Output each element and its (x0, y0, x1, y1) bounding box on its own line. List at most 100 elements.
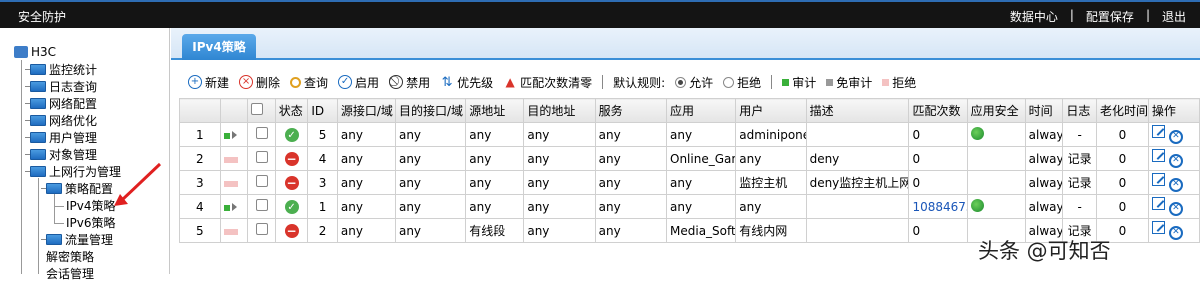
reject-flag-icon (223, 180, 238, 187)
arrow-icon (231, 130, 237, 139)
row-number: 3 (179, 170, 221, 195)
enable-button[interactable]: ✓ 启用 (338, 74, 379, 91)
cell-src-if: any (336, 194, 396, 219)
folder-open-icon (41, 182, 62, 194)
cell-aging: 0 (1095, 146, 1149, 171)
enabled-check-icon: ✓ (284, 200, 299, 215)
cell-user: any (735, 194, 807, 219)
checkbox-icon (255, 175, 268, 187)
sidebar-item-optimize[interactable]: 网络优化 (25, 112, 97, 128)
sidebar-item-objects[interactable]: 对象管理 (25, 146, 97, 162)
cell-app: Media_Software (665, 218, 737, 243)
edit-icon[interactable] (1151, 173, 1165, 187)
save-config-link[interactable]: 配置保存 (1086, 8, 1134, 25)
priority-button[interactable]: ⇅ 优先级 (440, 74, 493, 91)
delete-icon[interactable]: ✕ (1168, 129, 1183, 144)
priority-cell (219, 146, 249, 171)
col-actions: 操作 (1147, 98, 1200, 123)
disabled-icon: − (284, 223, 299, 238)
delete-icon[interactable]: ✕ (1168, 153, 1183, 168)
delete-icon[interactable]: ✕ (1168, 177, 1183, 192)
cell-desc (805, 194, 910, 219)
audit-flag-icon (223, 132, 230, 139)
row-checkbox[interactable] (247, 146, 276, 171)
cell-user: adminipone (735, 122, 807, 147)
actions-cell: ✕ (1147, 218, 1200, 243)
cell-dst-if: any (394, 170, 467, 195)
table-row[interactable]: 1✓5anyanyanyanyanyanyadminipone0always-0… (179, 122, 1200, 147)
folder-icon (25, 63, 46, 75)
disable-button[interactable]: ⃠禁用 (389, 74, 430, 91)
data-center-link[interactable]: 数据中心 (1010, 8, 1058, 25)
row-checkbox[interactable] (247, 218, 276, 243)
globe-icon (970, 198, 984, 212)
edit-icon[interactable] (1151, 221, 1165, 235)
row-checkbox[interactable] (247, 194, 276, 219)
actions-cell: ✕ (1147, 170, 1200, 195)
audit-flag-icon (223, 204, 230, 211)
folder-icon (25, 114, 46, 126)
cell-aging: 0 (1095, 170, 1149, 195)
col-status: 状态 (274, 98, 309, 123)
col-service: 服务 (594, 98, 668, 123)
priority-cell (219, 194, 249, 219)
sidebar-item-users[interactable]: 用户管理 (25, 129, 97, 145)
row-number: 4 (179, 194, 221, 219)
col-select-all[interactable] (247, 98, 276, 123)
id-cell: 5 (307, 122, 338, 147)
cell-hits: 0 (908, 218, 968, 243)
delete-icon[interactable]: ✕ (1168, 225, 1183, 240)
folder-icon (41, 233, 62, 245)
sidebar-item-traffic[interactable]: 流量管理 (41, 231, 113, 247)
clear-hits-button[interactable]: ▲ 匹配次数清零 (503, 74, 592, 91)
logout-link[interactable]: 退出 (1162, 8, 1186, 25)
app-security-cell (966, 122, 1026, 147)
sidebar-item-network[interactable]: 网络配置 (25, 95, 97, 111)
default-deny-radio[interactable]: 拒绝 (723, 74, 761, 91)
col-hits: 匹配次数 (908, 98, 968, 123)
sidebar-root[interactable]: H3C (14, 44, 56, 60)
audit-legend: 审计 (782, 74, 816, 91)
separator: | (1069, 8, 1074, 22)
edit-icon[interactable] (1151, 125, 1165, 139)
actions-cell: ✕ (1147, 194, 1200, 219)
table-row[interactable]: 2−4anyanyanyanyanyOnline_Gameanydeny0alw… (179, 146, 1200, 171)
reject-flag-icon (223, 156, 238, 163)
toolbar-separator (771, 75, 773, 89)
checkbox-icon (255, 127, 268, 139)
cell-dst-addr: any (523, 194, 596, 219)
sidebar-tree: H3C 监控统计 日志查询 网络配置 网络优化 用户管理 对象管理 上网行为管理… (0, 28, 170, 281)
id-cell: 4 (307, 146, 338, 171)
tab-ipv4-policy[interactable]: IPv4策略 (182, 34, 256, 60)
sidebar-item-decrypt[interactable]: 解密策略 (46, 248, 94, 264)
delete-icon[interactable]: ✕ (1168, 201, 1183, 216)
cell-log: 记录 (1062, 146, 1097, 171)
sidebar-item-monitor[interactable]: 监控统计 (25, 61, 97, 77)
query-button[interactable]: 查询 (290, 74, 328, 91)
cell-dst-if: any (394, 122, 467, 147)
col-app: 应用 (665, 98, 737, 123)
new-button[interactable]: + 新建 (188, 74, 229, 91)
sidebar-item-log[interactable]: 日志查询 (25, 78, 97, 94)
default-allow-radio[interactable]: 允许 (675, 74, 713, 91)
delete-button[interactable]: × 删除 (239, 74, 280, 91)
col-id: ID (307, 98, 338, 123)
col-priority (219, 98, 249, 123)
sidebar-item-policy-config[interactable]: 策略配置 (41, 180, 113, 196)
edit-icon[interactable] (1151, 149, 1165, 163)
app-security-cell (966, 146, 1026, 171)
table-row[interactable]: 4✓1anyanyanyanyanyanyany10884675always-0… (179, 194, 1200, 219)
row-checkbox[interactable] (247, 170, 276, 195)
sidebar-item-session[interactable]: 会话管理 (46, 265, 94, 281)
table-row[interactable]: 3−3 any any any any any any 监控主机 deny监控主机上网 0 alwa… (179, 170, 1200, 195)
sidebar-item-ipv6-policy[interactable]: IPv6策略 (66, 214, 116, 230)
radio-icon (723, 76, 735, 88)
top-bar: 安全防护 数据中心 | 配置保存 | 退出 (0, 0, 1200, 28)
edit-icon[interactable] (1151, 197, 1165, 211)
priority-cell (219, 170, 249, 195)
cell-app: Online_Game (665, 146, 737, 171)
row-checkbox[interactable] (247, 122, 276, 147)
col-num (179, 98, 221, 123)
col-aging: 老化时间 (1095, 98, 1149, 123)
cell-user: 有线内网 (735, 218, 807, 243)
